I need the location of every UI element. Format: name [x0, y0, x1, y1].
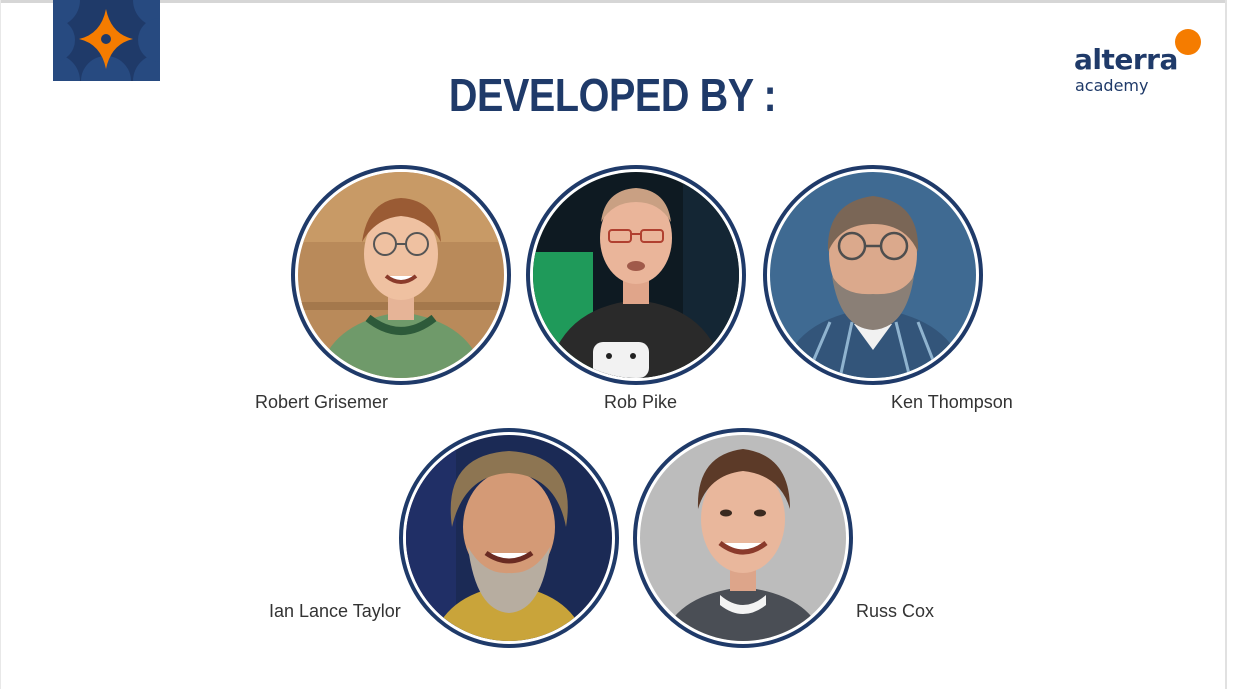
name-russ-cox: Russ Cox	[856, 601, 935, 621]
portrait-russ-cox	[633, 428, 853, 648]
top-border	[0, 0, 1225, 3]
portrait-rob-pike	[526, 165, 746, 385]
portrait-ken-thompson	[763, 165, 983, 385]
name-ian-lance-taylor: Ian Lance Taylor	[269, 601, 401, 621]
page-title: DEVELOPED BY :	[448, 69, 777, 121]
logo-dot-icon	[1175, 29, 1201, 55]
name-rob-pike: Rob Pike	[604, 392, 678, 412]
portrait-robert-grisemer	[291, 165, 511, 385]
right-border	[1225, 0, 1227, 689]
portrait-ian-lance-taylor	[399, 428, 619, 648]
name-ken-thompson: Ken Thompson	[891, 392, 1013, 412]
left-border	[0, 0, 1, 689]
name-robert-grisemer: Robert Grisemer	[255, 392, 389, 412]
slide: alterra academy DEVELOPED BY : Robert Gr…	[0, 0, 1237, 689]
